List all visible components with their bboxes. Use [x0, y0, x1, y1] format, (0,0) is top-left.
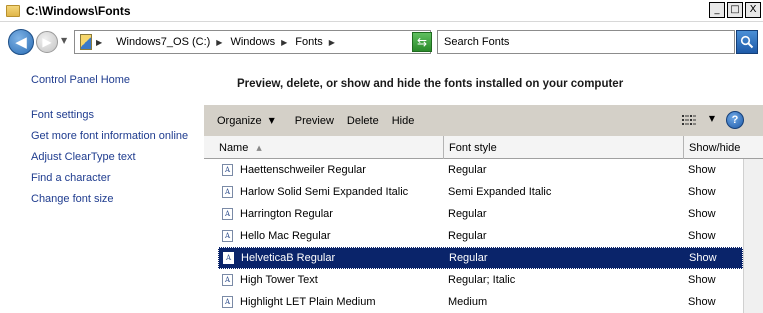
font-list: A Haettenschweiler Regular Regular Show … [204, 159, 763, 313]
view-options-dropdown-icon[interactable]: ▼ [709, 114, 715, 123]
font-row[interactable]: A Haettenschweiler Regular Regular Show [218, 159, 743, 181]
minimize-button[interactable]: _ [709, 2, 725, 18]
font-row[interactable]: A High Tower Text Regular; Italic Show [218, 269, 743, 291]
address-bar[interactable]: ▶ Windows7_OS (C:)▶ Windows▶ Fonts▶ ▼ [74, 30, 431, 54]
hide-button[interactable]: Hide [392, 115, 415, 127]
breadcrumb-drive[interactable]: Windows7_OS (C:) ▶ [116, 36, 222, 48]
find-character-link[interactable]: Find a character [31, 172, 110, 184]
font-show-hide: Show [688, 230, 716, 242]
search-input[interactable]: Search Fonts [437, 30, 735, 54]
preview-button[interactable]: Preview [295, 115, 334, 127]
font-name: High Tower Text [240, 274, 318, 286]
font-file-icon: A [222, 186, 233, 198]
address-bar-area: ◀ ▶ ▼ ▶ Windows7_OS (C:) ▶ Windows ▶ Fonts… [0, 22, 763, 60]
close-button[interactable]: X [745, 2, 761, 18]
font-style: Regular [448, 208, 487, 220]
font-name: Highlight LET Plain Medium [240, 296, 376, 308]
column-header-row: Name ▲ Font style Show/hide [204, 136, 763, 159]
command-bar: Organize ▼ Preview Delete Hide ▼ ? [204, 105, 763, 136]
font-show-hide: Show [688, 164, 716, 176]
font-style: Regular; Italic [448, 274, 516, 286]
column-header-font-style[interactable]: Font style [444, 136, 684, 159]
font-settings-link[interactable]: Font settings [31, 109, 94, 121]
task-pane: Control Panel Home Font settings Get mor… [0, 60, 204, 313]
font-file-icon: A [222, 230, 233, 242]
maximize-button[interactable]: □ [727, 2, 743, 18]
font-name: Hello Mac Regular [240, 230, 331, 242]
font-show-hide: Show [688, 186, 716, 198]
font-row-selected[interactable]: A HelveticaB Regular Regular Show [218, 247, 743, 269]
font-show-hide: Show [688, 296, 716, 308]
page-title: Preview, delete, or show and hide the fo… [237, 78, 624, 90]
change-font-size-link[interactable]: Change font size [31, 193, 114, 205]
column-header-name[interactable]: Name ▲ [214, 136, 444, 159]
forward-arrow-icon[interactable]: ▶ [36, 31, 58, 53]
control-panel-home-link[interactable]: Control Panel Home [31, 74, 130, 86]
title-bar: C:\Windows\Fonts _ □ X [0, 0, 763, 22]
view-list-icon[interactable] [682, 114, 696, 126]
delete-button[interactable]: Delete [347, 115, 379, 127]
font-file-icon: A [222, 274, 233, 286]
window-title: C:\Windows\Fonts [26, 3, 131, 18]
font-row[interactable]: A Highlight LET Plain Medium Medium Show [218, 291, 743, 313]
vertical-scrollbar[interactable] [743, 159, 763, 313]
folder-icon [6, 4, 20, 17]
adjust-cleartype-link[interactable]: Adjust ClearType text [31, 151, 136, 163]
font-name: Haettenschweiler Regular [240, 164, 366, 176]
breadcrumb-windows[interactable]: Windows ▶ [230, 36, 287, 48]
font-style: Regular [448, 164, 487, 176]
font-file-icon: A [222, 296, 233, 308]
back-arrow-icon[interactable]: ◀ [8, 29, 34, 55]
font-row[interactable]: A Harlow Solid Semi Expanded Italic Semi… [218, 181, 743, 203]
font-info-online-link[interactable]: Get more font information online [31, 130, 188, 142]
search-icon[interactable] [736, 30, 758, 54]
font-style: Semi Expanded Italic [448, 186, 552, 198]
font-name: Harrington Regular [240, 208, 333, 220]
font-name: Harlow Solid Semi Expanded Italic [240, 186, 409, 198]
font-show-hide: Show [689, 252, 717, 264]
font-file-icon: A [222, 164, 233, 176]
font-style: Medium [448, 296, 488, 308]
font-row[interactable]: A Hello Mac Regular Regular Show [218, 225, 743, 247]
breadcrumb-fonts[interactable]: Fonts ▶ [295, 36, 335, 48]
font-style: Regular [449, 252, 488, 264]
fonts-folder-icon [80, 34, 92, 50]
font-file-icon: A [222, 208, 233, 220]
breadcrumb-root-arrow[interactable]: ▶ [96, 38, 108, 47]
font-show-hide: Show [688, 208, 716, 220]
font-name: HelveticaB Regular [241, 252, 336, 264]
help-icon[interactable]: ? [726, 111, 744, 129]
font-show-hide: Show [688, 274, 716, 286]
column-header-show-hide[interactable]: Show/hide [684, 136, 763, 159]
font-file-icon: A [223, 252, 234, 264]
organize-button[interactable]: Organize ▼ [217, 115, 275, 127]
font-style: Regular [448, 230, 487, 242]
window-controls: _ □ X [709, 2, 761, 18]
font-row[interactable]: A Harrington Regular Regular Show [218, 203, 743, 225]
recent-pages-dropdown-icon[interactable]: ▼ [61, 36, 67, 45]
sort-ascending-icon: ▲ [256, 143, 262, 152]
refresh-icon[interactable]: ⇆ [412, 32, 432, 52]
